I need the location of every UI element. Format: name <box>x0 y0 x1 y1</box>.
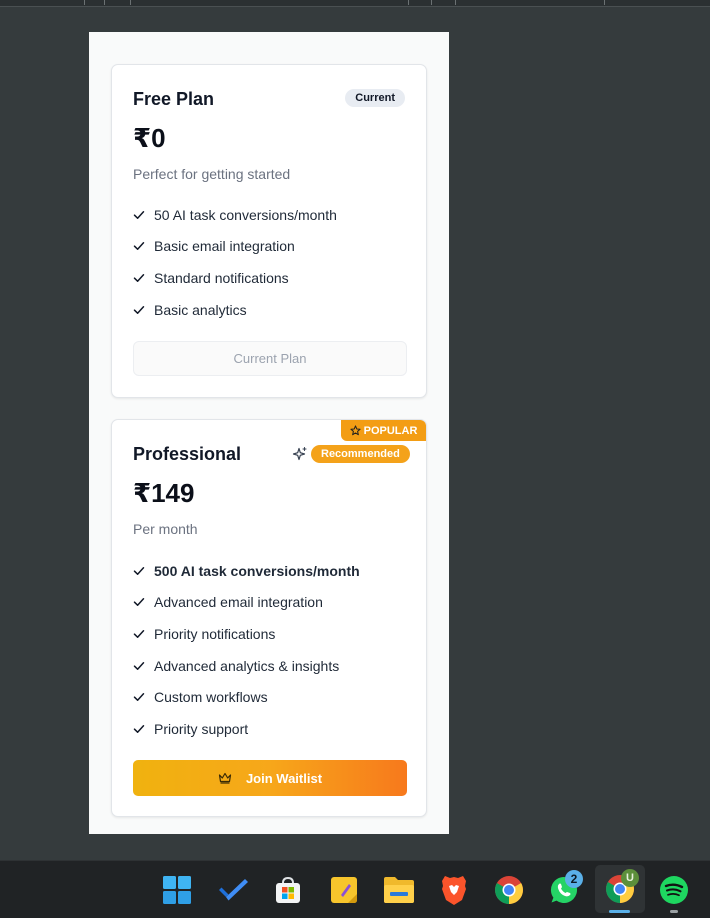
feature-item: Priority support <box>133 713 360 745</box>
crown-icon <box>218 772 232 784</box>
plan-name: Professional <box>133 444 242 464</box>
pricing-panel: Free Plan Current ₹0 Perfect for getting… <box>89 32 449 834</box>
check-icon <box>133 724 145 733</box>
join-waitlist-button[interactable]: Join Waitlist <box>133 760 407 796</box>
plan-subtitle: Per month <box>133 521 198 537</box>
feature-label: Basic analytics <box>154 301 247 318</box>
feature-item: Basic email integration <box>133 231 337 263</box>
recommended-badge: Recommended <box>311 445 410 463</box>
free-plan-card: Free Plan Current ₹0 Perfect for getting… <box>111 64 427 398</box>
sticky-notes-icon[interactable] <box>327 873 361 907</box>
current-plan-button[interactable]: Current Plan <box>133 341 407 376</box>
sparkle-icon <box>292 446 307 461</box>
active-app-indicator <box>609 910 630 913</box>
feature-item: 50 AI task conversions/month <box>133 199 337 231</box>
check-icon <box>133 693 145 702</box>
check-icon <box>133 598 145 607</box>
feature-label: Custom workflows <box>154 689 268 706</box>
feature-item: Advanced email integration <box>133 587 360 619</box>
plan-name: Free Plan <box>133 89 215 109</box>
professional-plan-card: POPULAR Professional Recommended ₹149 Pe… <box>111 419 427 817</box>
running-app-indicator <box>670 910 678 913</box>
chrome-profile-badge: U <box>621 869 639 887</box>
join-waitlist-label: Join Waitlist <box>245 770 323 786</box>
plan-subtitle: Perfect for getting started <box>133 166 291 182</box>
check-icon <box>133 242 145 251</box>
whatsapp-notification-badge: 2 <box>565 870 583 888</box>
check-icon <box>133 305 145 314</box>
feature-label: Standard notifications <box>154 269 289 286</box>
feature-item: Advanced analytics & insights <box>133 650 360 682</box>
feature-list: 50 AI task conversions/month Basic email… <box>133 199 337 325</box>
feature-item: Basic analytics <box>133 294 337 326</box>
feature-item: Priority notifications <box>133 618 360 650</box>
current-badge: Current <box>345 89 405 107</box>
feature-label: Priority support <box>154 720 249 737</box>
check-icon <box>133 274 145 282</box>
popular-ribbon: POPULAR <box>341 420 426 441</box>
popular-label: POPULAR <box>363 424 418 437</box>
feature-label: Advanced analytics & insights <box>154 657 340 674</box>
feature-label: 500 AI task conversions/month <box>154 562 360 579</box>
check-icon <box>133 566 145 575</box>
feature-label: 50 AI task conversions/month <box>154 206 337 223</box>
todo-icon[interactable] <box>216 873 250 907</box>
feature-item: 500 AI task conversions/month <box>133 555 360 587</box>
feature-item: Standard notifications <box>133 262 337 294</box>
plan-price: ₹149 <box>133 478 195 508</box>
feature-label: Advanced email integration <box>154 594 323 611</box>
ms-store-icon[interactable] <box>271 873 305 907</box>
check-icon <box>133 661 145 670</box>
chrome-icon[interactable] <box>492 873 526 907</box>
feature-label: Basic email integration <box>154 238 295 255</box>
feature-list: 500 AI task conversions/month Advanced e… <box>133 555 360 745</box>
plan-price: ₹0 <box>133 123 166 153</box>
brave-icon[interactable] <box>437 873 471 907</box>
window-top-strip <box>0 0 710 7</box>
feature-item: Custom workflows <box>133 681 360 713</box>
windows-start-icon[interactable] <box>160 873 194 907</box>
star-icon <box>350 425 361 436</box>
feature-label: Priority notifications <box>154 625 276 642</box>
check-icon <box>133 630 145 638</box>
file-explorer-icon[interactable] <box>382 873 416 907</box>
spotify-icon[interactable] <box>657 873 691 907</box>
check-icon <box>133 210 145 219</box>
taskbar: 2 U <box>0 860 710 918</box>
